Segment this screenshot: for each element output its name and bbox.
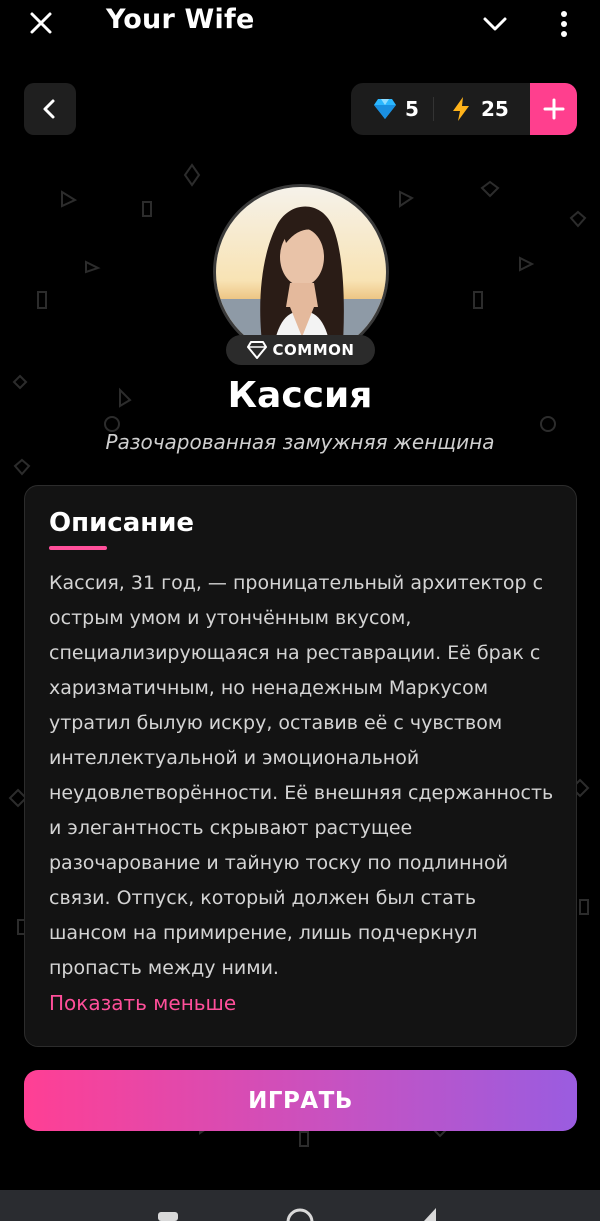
energy-counter[interactable]: 25 [451, 83, 509, 135]
system-nav-bar [0, 1190, 600, 1221]
home-icon[interactable] [284, 1206, 316, 1221]
back-nav-icon[interactable] [420, 1208, 440, 1221]
energy-value: 25 [481, 97, 509, 121]
character-name: Кассия [227, 375, 373, 416]
character-avatar [213, 184, 389, 360]
close-icon [30, 12, 52, 34]
top-app-bar: Your Wife [0, 0, 600, 48]
description-title: Описание [49, 508, 195, 538]
back-button[interactable] [24, 83, 76, 135]
gem-outline-icon [246, 341, 267, 359]
chevron-down-icon [483, 17, 507, 31]
divider [433, 97, 434, 121]
currency-panel: 5 25 [351, 83, 577, 135]
diamond-icon [374, 99, 396, 119]
show-less-link[interactable]: Показать меньше [49, 991, 236, 1015]
plus-icon [543, 98, 564, 120]
description-text: Кассия, 31 год, — проницательный архитек… [49, 572, 554, 979]
play-button[interactable]: ИГРАТЬ [24, 1070, 577, 1131]
gems-counter[interactable]: 5 [373, 83, 419, 135]
more-vertical-icon [561, 11, 567, 37]
gems-value: 5 [405, 97, 419, 121]
lightning-icon [453, 97, 469, 121]
rarity-badge: COMMON [226, 335, 375, 365]
more-menu-button[interactable] [552, 8, 576, 40]
title-underline [49, 546, 107, 550]
chevron-left-icon [43, 99, 55, 119]
recent-apps-icon[interactable] [156, 1210, 180, 1221]
description-card: Описание Кассия, 31 год, — проницательны… [24, 485, 577, 1047]
app-title: Your Wife [106, 4, 255, 35]
close-button[interactable] [26, 8, 56, 38]
collapse-button[interactable] [481, 10, 509, 38]
character-subtitle: Разочарованная замужняя женщина [105, 430, 495, 454]
add-currency-button[interactable] [530, 83, 577, 135]
rarity-label: COMMON [272, 341, 355, 359]
